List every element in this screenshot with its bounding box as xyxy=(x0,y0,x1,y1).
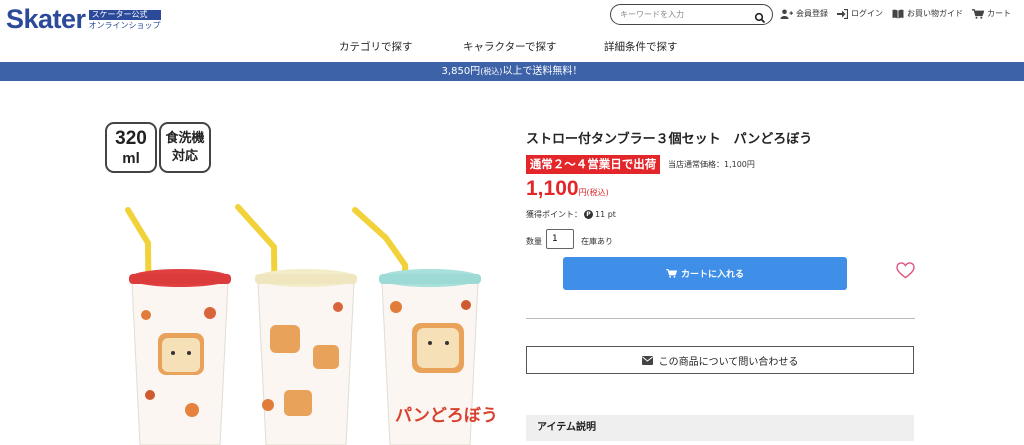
cart-label: カート xyxy=(987,9,1011,18)
dishwasher-badge: 食洗機 対応 xyxy=(159,122,211,173)
price: 1,100円(税込) xyxy=(526,177,609,201)
guide-link[interactable]: お買い物ガイド xyxy=(892,8,963,19)
login-label: ログイン xyxy=(851,9,883,18)
points-icon: P xyxy=(584,210,593,219)
points-value: 11 pt xyxy=(595,210,616,219)
cart-link[interactable]: カート xyxy=(972,8,1011,19)
stock-status: 在庫あり xyxy=(581,237,613,246)
register-label: 会員登録 xyxy=(796,9,828,18)
register-link[interactable]: 会員登録 xyxy=(780,8,828,19)
logo-wordmark: Skater xyxy=(6,4,86,34)
product-title: ストロー付タンブラー３個セット パンどろぼう xyxy=(526,132,813,147)
add-to-cart-label: カートに入れる xyxy=(680,270,744,280)
favorite-heart-icon[interactable] xyxy=(896,262,915,279)
price-value: 1,100 xyxy=(526,177,579,200)
user-plus-icon xyxy=(780,9,793,19)
free-shipping-banner[interactable]: 3,850円(税込)以上で送料無料！ xyxy=(0,62,1024,81)
search-icon[interactable] xyxy=(754,9,766,23)
points-row: 獲得ポイント： P 11 pt xyxy=(526,209,616,220)
capacity-value: 320 xyxy=(115,128,147,149)
cart-icon xyxy=(666,269,677,278)
shipping-badge: 通常２〜４営業日で出荷 xyxy=(526,155,660,174)
inquiry-label: この商品について問い合わせる xyxy=(658,356,799,368)
logo-tag-online-shop: オンラインショップ xyxy=(88,21,161,30)
item-description-header[interactable]: アイテム説明 xyxy=(526,415,914,441)
cup-left xyxy=(129,269,231,445)
guide-label: お買い物ガイド xyxy=(907,9,963,18)
main-nav: カテゴリで探す キャラクターで探す 詳細条件で探す xyxy=(0,39,1024,59)
banner-tax: (税込) xyxy=(480,67,503,76)
dishwasher-line1: 食洗機 xyxy=(165,131,205,146)
cup-print-text: パンどろぼう xyxy=(395,406,498,426)
cup-middle xyxy=(255,269,357,445)
regular-price: 当店通常価格：1,100円 xyxy=(668,160,755,169)
section-divider xyxy=(526,318,915,319)
product-image: パンどろぼう xyxy=(125,204,498,445)
nav-detail-search[interactable]: 詳細条件で探す xyxy=(604,39,678,54)
add-to-cart-button[interactable]: カートに入れる xyxy=(563,257,847,290)
dishwasher-line2: 対応 xyxy=(171,149,198,164)
points-label: 獲得ポイント： xyxy=(526,210,582,219)
search-box xyxy=(610,4,773,25)
site-logo[interactable]: Skater スケーター公式 オンラインショップ xyxy=(6,4,161,34)
envelope-icon xyxy=(641,355,653,365)
quantity-input[interactable] xyxy=(546,229,574,249)
login-link[interactable]: ログイン xyxy=(837,8,883,19)
quantity-label: 数量 xyxy=(526,237,542,246)
banner-price: 3,850円 xyxy=(441,66,481,77)
sign-in-icon xyxy=(837,8,848,19)
logo-tag-official: スケーター公式 xyxy=(88,10,161,20)
nav-category[interactable]: カテゴリで探す xyxy=(339,39,413,54)
book-icon xyxy=(892,9,904,18)
banner-text: 以上で送料無料！ xyxy=(502,66,583,77)
logo-tagline: スケーター公式 オンラインショップ xyxy=(88,10,161,31)
product-inquiry-button[interactable]: この商品について問い合わせる xyxy=(526,346,914,374)
cup-right: パンどろぼう xyxy=(379,269,498,445)
header-links: 会員登録 ログイン お買い物ガイド カート xyxy=(780,8,1011,19)
capacity-unit: ml xyxy=(122,150,140,167)
nav-character[interactable]: キャラクターで探す xyxy=(463,39,556,54)
search-input[interactable] xyxy=(620,10,750,19)
capacity-badge: 320 ml xyxy=(105,122,157,173)
price-unit: 円(税込) xyxy=(578,188,609,197)
cart-icon xyxy=(972,8,984,19)
